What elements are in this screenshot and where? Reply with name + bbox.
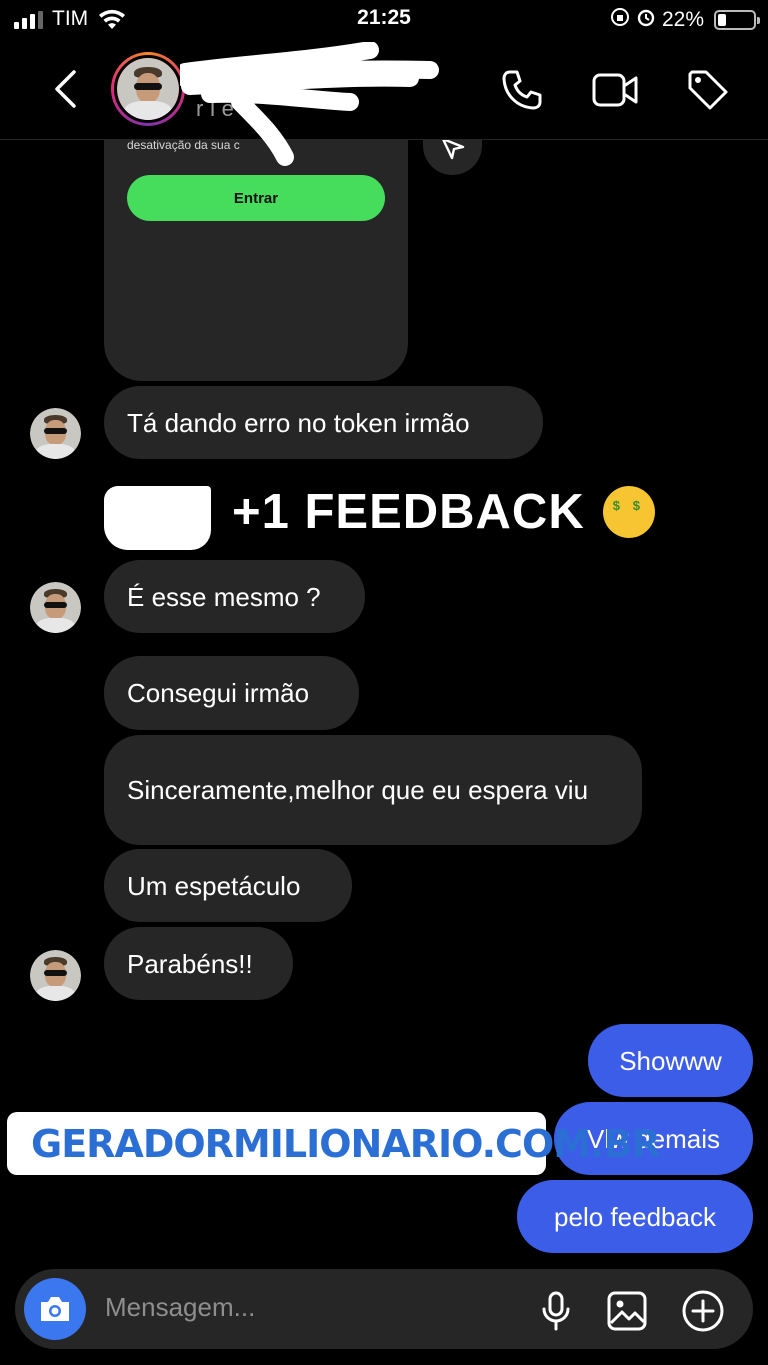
video-icon[interactable] bbox=[592, 68, 638, 117]
sender-avatar[interactable] bbox=[30, 408, 81, 459]
message-text: Parabéns!! bbox=[127, 948, 253, 979]
camera-button[interactable] bbox=[24, 1278, 86, 1340]
redaction-blob bbox=[104, 486, 211, 550]
message-bubble[interactable]: Sinceramente,melhor que eu espera viu bbox=[104, 735, 642, 845]
overlay-text: +1 FEEDBACK bbox=[232, 485, 585, 539]
status-bar: TIM 21:25 22% bbox=[0, 0, 768, 40]
tag-icon[interactable] bbox=[686, 68, 730, 117]
feedback-overlay: +1 FEEDBACK $ $ bbox=[232, 484, 655, 540]
chat-header: r I e I bbox=[0, 40, 768, 166]
message-bubble[interactable]: Parabéns!! bbox=[104, 927, 293, 1000]
sender-avatar[interactable] bbox=[30, 582, 81, 633]
message-text: pelo feedback bbox=[554, 1201, 716, 1232]
message-text: Um espetáculo bbox=[127, 870, 301, 901]
message-bubble[interactable]: Um espetáculo bbox=[104, 849, 352, 922]
battery-percent: 22% bbox=[661, 8, 704, 31]
back-icon[interactable] bbox=[48, 68, 84, 115]
message-input[interactable]: Mensagem... bbox=[105, 1292, 255, 1323]
outgoing-message-bubble[interactable]: pelo feedback bbox=[517, 1180, 753, 1253]
camera-icon bbox=[41, 1297, 69, 1321]
entrar-button[interactable]: Entrar bbox=[127, 175, 385, 221]
message-bubble[interactable]: Tá dando erro no token irmão bbox=[104, 386, 543, 459]
rotation-lock-icon bbox=[610, 7, 630, 33]
link-sticker[interactable]: GERADORMILIONARIO.COM.BR bbox=[7, 1112, 661, 1175]
message-bubble[interactable]: É esse mesmo ? bbox=[104, 560, 365, 633]
link-text: GERADORMILIONARIO.COM.BR bbox=[31, 1121, 661, 1166]
message-text: Consegui irmão bbox=[127, 678, 310, 708]
money-face-emoji: $ $ bbox=[602, 486, 655, 538]
message-composer: Mensagem... bbox=[15, 1269, 753, 1349]
battery-icon bbox=[714, 10, 760, 30]
mic-icon[interactable] bbox=[539, 1291, 573, 1336]
message-text: Showww bbox=[619, 1045, 722, 1076]
message-text: Sinceramente,melhor que eu espera viu bbox=[127, 775, 589, 805]
phone-icon[interactable] bbox=[500, 68, 544, 117]
message-bubble[interactable]: Consegui irmão bbox=[104, 656, 359, 730]
alarm-icon bbox=[636, 7, 656, 33]
plus-icon[interactable] bbox=[681, 1289, 725, 1338]
sender-avatar[interactable] bbox=[30, 950, 81, 1001]
contact-avatar[interactable] bbox=[111, 52, 185, 126]
message-text: É esse mesmo ? bbox=[127, 581, 321, 612]
message-text: Tá dando erro no token irmão bbox=[127, 407, 470, 438]
outgoing-message-bubble[interactable]: Showww bbox=[588, 1024, 753, 1097]
redaction-scribble bbox=[180, 42, 439, 166]
gallery-icon[interactable] bbox=[607, 1291, 647, 1336]
